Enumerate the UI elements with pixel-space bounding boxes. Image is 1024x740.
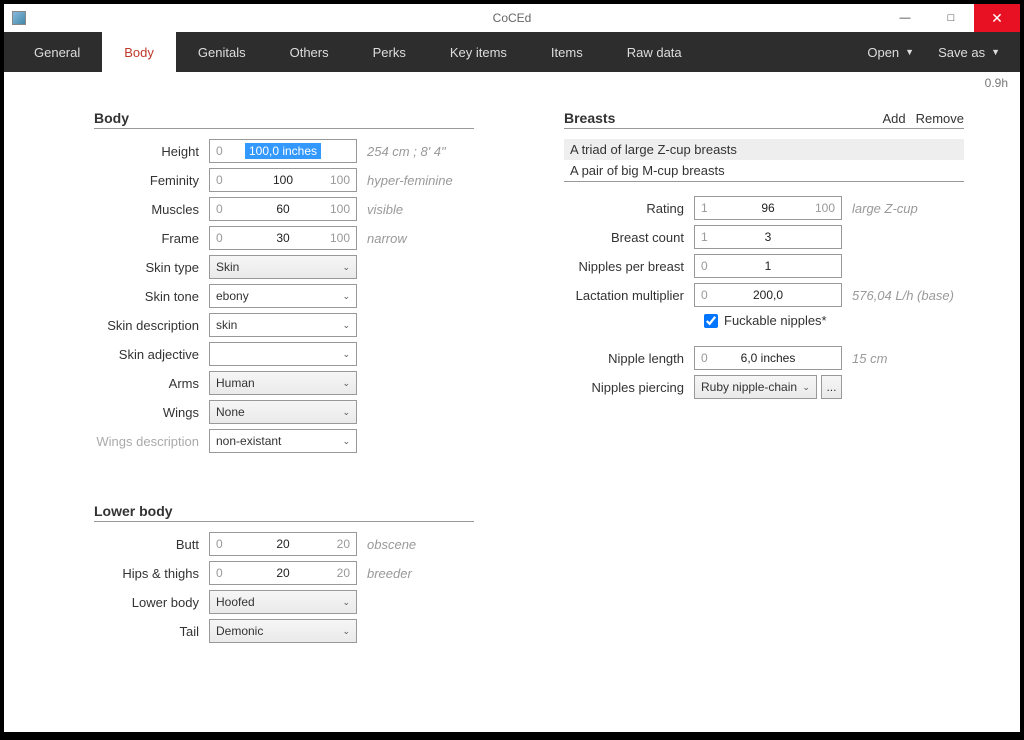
height-input[interactable]: 0100,0 inches bbox=[209, 139, 357, 163]
piercing-select[interactable]: Ruby nipple-chain⌄ bbox=[694, 375, 817, 399]
piercing-label: Nipples piercing bbox=[564, 380, 694, 395]
wingsdesc-select[interactable]: non-existant⌄ bbox=[209, 429, 357, 453]
tab-items[interactable]: Items bbox=[529, 32, 605, 72]
chevron-down-icon: ⌄ bbox=[342, 320, 350, 331]
chevron-down-icon: ⌄ bbox=[342, 349, 350, 360]
maximize-button[interactable]: □ bbox=[928, 4, 974, 32]
feminity-hint: hyper-feminine bbox=[367, 173, 453, 188]
lactation-label: Lactation multiplier bbox=[564, 288, 694, 303]
frame-input[interactable]: 030100 bbox=[209, 226, 357, 250]
skinadj-select[interactable]: ⌄ bbox=[209, 342, 357, 366]
chevron-down-icon: ⌄ bbox=[342, 626, 350, 637]
rating-input[interactable]: 196100 bbox=[694, 196, 842, 220]
lactation-hint: 576,04 L/h (base) bbox=[852, 288, 954, 303]
breastcount-input[interactable]: 13 bbox=[694, 225, 842, 249]
rating-label: Rating bbox=[564, 201, 694, 216]
section-breasts-header: Breasts Add Remove bbox=[564, 110, 964, 129]
open-menu[interactable]: Open▼ bbox=[855, 32, 926, 72]
tab-body[interactable]: Body bbox=[102, 32, 176, 72]
breasts-remove-link[interactable]: Remove bbox=[916, 111, 964, 126]
tail-select[interactable]: Demonic⌄ bbox=[209, 619, 357, 643]
niplen-input[interactable]: 06,0 inches bbox=[694, 346, 842, 370]
height-hint: 254 cm ; 8' 4" bbox=[367, 144, 446, 159]
niplen-label: Nipple length bbox=[564, 351, 694, 366]
saveas-menu[interactable]: Save as▼ bbox=[926, 32, 1012, 72]
skinadj-label: Skin adjective bbox=[94, 347, 209, 362]
tab-others[interactable]: Others bbox=[268, 32, 351, 72]
list-item[interactable]: A pair of big M-cup breasts bbox=[564, 160, 964, 181]
app-icon bbox=[12, 11, 26, 25]
tab-bar: General Body Genitals Others Perks Key i… bbox=[4, 32, 1020, 72]
tab-general[interactable]: General bbox=[12, 32, 102, 72]
arms-label: Arms bbox=[94, 376, 209, 391]
content-area: Body Height 0100,0 inches 254 cm ; 8' 4"… bbox=[4, 90, 1020, 732]
npb-input[interactable]: 01 bbox=[694, 254, 842, 278]
skintone-label: Skin tone bbox=[94, 289, 209, 304]
minimize-button[interactable]: — bbox=[882, 4, 928, 32]
muscles-input[interactable]: 060100 bbox=[209, 197, 357, 221]
tail-label: Tail bbox=[94, 624, 209, 639]
rating-hint: large Z-cup bbox=[852, 201, 918, 216]
fuckable-label: Fuckable nipples* bbox=[724, 313, 827, 328]
breastcount-label: Breast count bbox=[564, 230, 694, 245]
npb-label: Nipples per breast bbox=[564, 259, 694, 274]
piercing-more-button[interactable]: ... bbox=[821, 375, 842, 399]
frame-hint: narrow bbox=[367, 231, 407, 246]
titlebar: CoCEd — □ ✕ bbox=[4, 4, 1020, 32]
wings-select[interactable]: None⌄ bbox=[209, 400, 357, 424]
left-column: Body Height 0100,0 inches 254 cm ; 8' 4"… bbox=[94, 110, 474, 712]
wingsdesc-label: Wings description bbox=[94, 434, 209, 449]
breasts-add-link[interactable]: Add bbox=[882, 111, 905, 126]
arms-select[interactable]: Human⌄ bbox=[209, 371, 357, 395]
lowerbody-select[interactable]: Hoofed⌄ bbox=[209, 590, 357, 614]
tab-keyitems[interactable]: Key items bbox=[428, 32, 529, 72]
app-window: CoCEd — □ ✕ General Body Genitals Others… bbox=[4, 4, 1020, 732]
close-button[interactable]: ✕ bbox=[974, 4, 1020, 32]
right-column: Breasts Add Remove A triad of large Z-cu… bbox=[564, 110, 964, 712]
butt-label: Butt bbox=[94, 537, 209, 552]
tab-perks[interactable]: Perks bbox=[351, 32, 428, 72]
window-title: CoCEd bbox=[493, 11, 532, 25]
hips-label: Hips & thighs bbox=[94, 566, 209, 581]
tab-genitals[interactable]: Genitals bbox=[176, 32, 268, 72]
chevron-down-icon: ⌄ bbox=[342, 378, 350, 389]
caret-down-icon: ▼ bbox=[991, 47, 1000, 57]
lowerbody-label: Lower body bbox=[94, 595, 209, 610]
height-label: Height bbox=[94, 144, 209, 159]
skintype-select[interactable]: Skin⌄ bbox=[209, 255, 357, 279]
tab-rawdata[interactable]: Raw data bbox=[605, 32, 704, 72]
hips-input[interactable]: 02020 bbox=[209, 561, 357, 585]
list-item[interactable]: A triad of large Z-cup breasts bbox=[564, 139, 964, 160]
fuckable-checkbox[interactable] bbox=[704, 314, 718, 328]
skindesc-label: Skin description bbox=[94, 318, 209, 333]
skintone-select[interactable]: ebony⌄ bbox=[209, 284, 357, 308]
wings-label: Wings bbox=[94, 405, 209, 420]
skintype-label: Skin type bbox=[94, 260, 209, 275]
chevron-down-icon: ⌄ bbox=[342, 407, 350, 418]
hips-hint: breeder bbox=[367, 566, 412, 581]
skindesc-select[interactable]: skin⌄ bbox=[209, 313, 357, 337]
chevron-down-icon: ⌄ bbox=[342, 597, 350, 608]
version-label: 0.9h bbox=[4, 72, 1020, 90]
chevron-down-icon: ⌄ bbox=[342, 436, 350, 447]
caret-down-icon: ▼ bbox=[905, 47, 914, 57]
niplen-hint: 15 cm bbox=[852, 351, 887, 366]
chevron-down-icon: ⌄ bbox=[342, 291, 350, 302]
butt-hint: obscene bbox=[367, 537, 416, 552]
butt-input[interactable]: 02020 bbox=[209, 532, 357, 556]
lactation-input[interactable]: 0200,0 bbox=[694, 283, 842, 307]
breasts-list[interactable]: A triad of large Z-cup breasts A pair of… bbox=[564, 139, 964, 182]
chevron-down-icon: ⌄ bbox=[802, 382, 810, 393]
feminity-label: Feminity bbox=[94, 173, 209, 188]
feminity-input[interactable]: 0100100 bbox=[209, 168, 357, 192]
muscles-hint: visible bbox=[367, 202, 403, 217]
section-body-header: Body bbox=[94, 110, 474, 129]
chevron-down-icon: ⌄ bbox=[342, 262, 350, 273]
section-lowerbody-header: Lower body bbox=[94, 503, 474, 522]
frame-label: Frame bbox=[94, 231, 209, 246]
muscles-label: Muscles bbox=[94, 202, 209, 217]
